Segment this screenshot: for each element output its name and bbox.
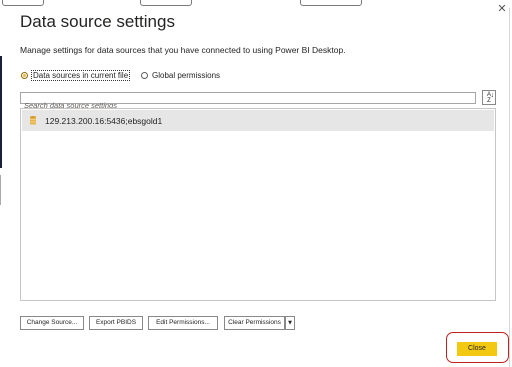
radio-label: Data sources in current file [30, 69, 131, 81]
background-app-fragment [0, 0, 512, 6]
chevron-down-icon: ▼ [288, 320, 292, 326]
database-icon [30, 116, 36, 125]
sort-az-button[interactable]: A Z ↓ [482, 90, 496, 105]
background-left-bar [0, 56, 2, 168]
radio-current-file[interactable]: Data sources in current file [21, 69, 131, 81]
background-tab [140, 0, 192, 6]
clear-permissions-button[interactable]: Clear Permissions [224, 316, 285, 330]
radio-label: Global permissions [152, 70, 221, 80]
dialog-title: Data source settings [20, 12, 175, 31]
change-source-button[interactable]: Change Source... [20, 316, 84, 330]
dialog-subtitle: Manage settings for data sources that yo… [20, 45, 346, 55]
data-source-name: 129.213.200.16:5436;ebsgold1 [45, 115, 163, 126]
background-tab [300, 0, 362, 6]
radio-selected-icon[interactable] [21, 71, 28, 79]
close-button[interactable]: Close [457, 342, 497, 356]
data-source-list[interactable]: 129.213.200.16:5436;ebsgold1 [20, 108, 496, 301]
list-item[interactable]: 129.213.200.16:5436;ebsgold1 [22, 110, 494, 131]
clear-permissions-dropdown[interactable]: ▼ [285, 316, 295, 330]
radio-global-permissions[interactable]: Global permissions [141, 69, 220, 81]
background-left-line [0, 175, 1, 205]
export-pbids-button[interactable]: Export PBIDS [89, 316, 143, 330]
sort-arrow-icon: ↓ [490, 92, 495, 99]
background-tab [2, 0, 44, 6]
dialog-border [509, 8, 510, 367]
radio-unselected-icon[interactable] [141, 71, 148, 79]
dialog-close-icon[interactable]: ✕ [495, 2, 509, 16]
edit-permissions-button[interactable]: Edit Permissions... [148, 316, 218, 330]
search-box[interactable] [20, 92, 476, 111]
